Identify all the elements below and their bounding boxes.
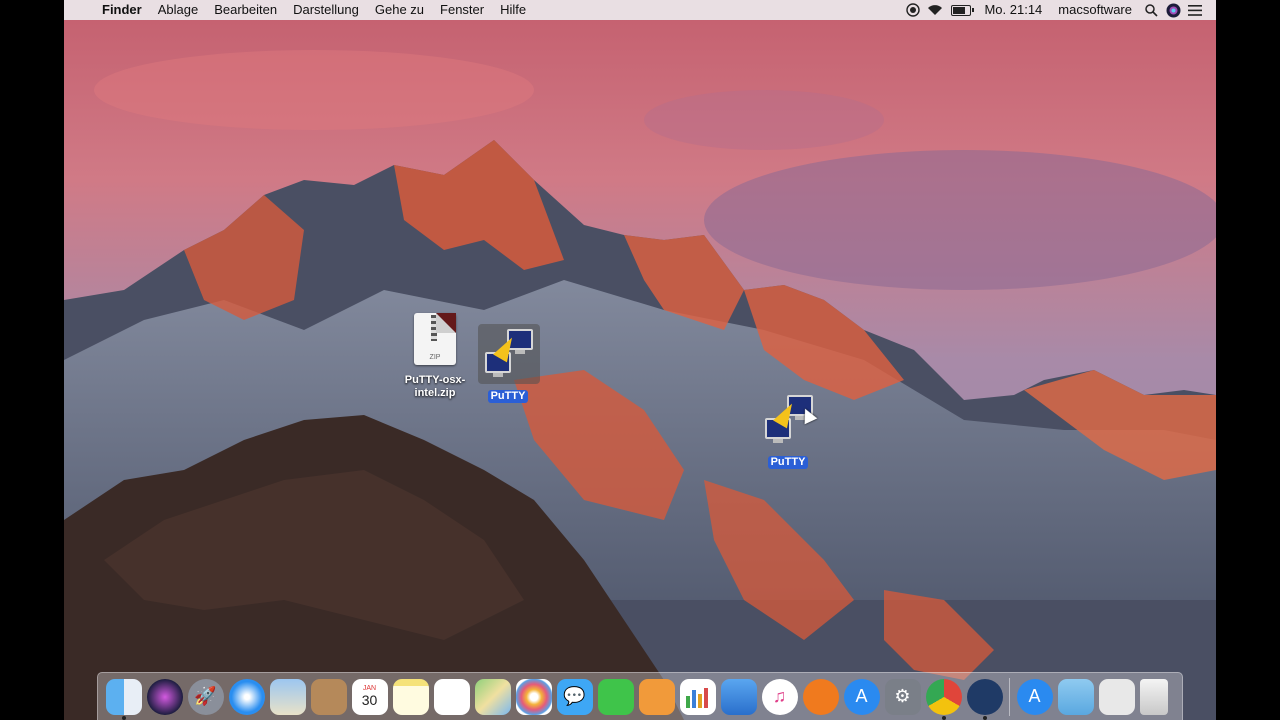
calendar-day: 30 [361,692,378,708]
dock-maps-icon[interactable] [474,678,511,715]
menu-fenster[interactable]: Fenster [432,0,492,20]
dock-photos-icon[interactable] [515,678,552,715]
menu-hilfe[interactable]: Hilfe [492,0,534,20]
dock-safari-icon[interactable] [228,678,265,715]
dock-ibooks-icon[interactable] [802,678,839,715]
dock-applications-folder-icon[interactable]: A [1016,678,1053,715]
dock-finder-icon[interactable] [105,678,142,720]
dock-quicktime-icon[interactable] [966,678,1003,720]
dock-itunes-icon[interactable]: ♫ [761,678,798,715]
zip-archive-icon: ZIP [414,313,456,365]
calendar-month: JAN [362,685,377,692]
dock-chrome-icon[interactable] [925,678,962,720]
desktop-item-putty-zip[interactable]: ZIP PuTTY-osx- intel.zip [398,313,472,408]
dock-notes-icon[interactable] [392,678,429,715]
battery-icon[interactable] [946,0,976,20]
dock-downloads-folder-icon[interactable] [1057,678,1094,715]
dock-keynote-icon[interactable] [720,678,757,715]
menubar-user[interactable]: macsoftware [1050,0,1140,20]
dock-documents-stack-icon[interactable] [1098,678,1135,715]
desktop-item-putty-app[interactable]: PuTTY [478,326,538,406]
dock-reminders-icon[interactable] [433,678,470,715]
menu-gehe-zu[interactable]: Gehe zu [367,0,432,20]
menu-app-finder[interactable]: Finder [94,0,150,20]
menu-bar: Finder Ablage Bearbeiten Darstellung Geh… [64,0,1216,20]
dock-numbers-icon[interactable] [679,678,716,715]
dock-trash-icon[interactable] [1139,678,1168,715]
dock-mail-icon[interactable] [269,678,306,715]
menubar-clock[interactable]: Mo. 21:14 [976,0,1050,20]
desktop-item-label: PuTTY-osx- [404,374,466,386]
putty-app-icon [483,326,533,378]
menu-bearbeiten[interactable]: Bearbeiten [206,0,285,20]
desktop-item-label: PuTTY [487,390,529,403]
dock-separator [1009,677,1010,716]
dock-siri-icon[interactable] [146,678,183,715]
desktop[interactable]: Finder Ablage Bearbeiten Darstellung Geh… [64,0,1216,720]
siri-icon[interactable] [1162,0,1184,20]
menu-ablage[interactable]: Ablage [150,0,206,20]
screen-record-icon[interactable] [902,0,924,20]
wallpaper-sierra [64,0,1216,720]
dock-pages-icon[interactable] [638,678,675,715]
dock-system-preferences-icon[interactable]: ⚙ [884,678,921,715]
dock-messages-icon[interactable]: 💬 [556,678,593,715]
dock: 🚀 JAN 30 💬 ♫ A ⚙ A [97,672,1183,720]
dock-launchpad-icon[interactable]: 🚀 [187,678,224,715]
dock-facetime-icon[interactable] [597,678,634,715]
search-icon[interactable] [1140,0,1162,20]
dock-calendar-icon[interactable]: JAN 30 [351,678,388,715]
wifi-icon[interactable] [924,0,946,20]
dock-app-store-icon[interactable]: A [843,678,880,715]
dock-contacts-icon[interactable] [310,678,347,715]
desktop-item-putty-app-dragging[interactable]: PuTTY [758,392,818,472]
menu-darstellung[interactable]: Darstellung [285,0,367,20]
notification-center-icon[interactable] [1184,0,1206,20]
desktop-item-label: intel.zip [414,387,456,399]
desktop-item-label: PuTTY [767,456,809,469]
